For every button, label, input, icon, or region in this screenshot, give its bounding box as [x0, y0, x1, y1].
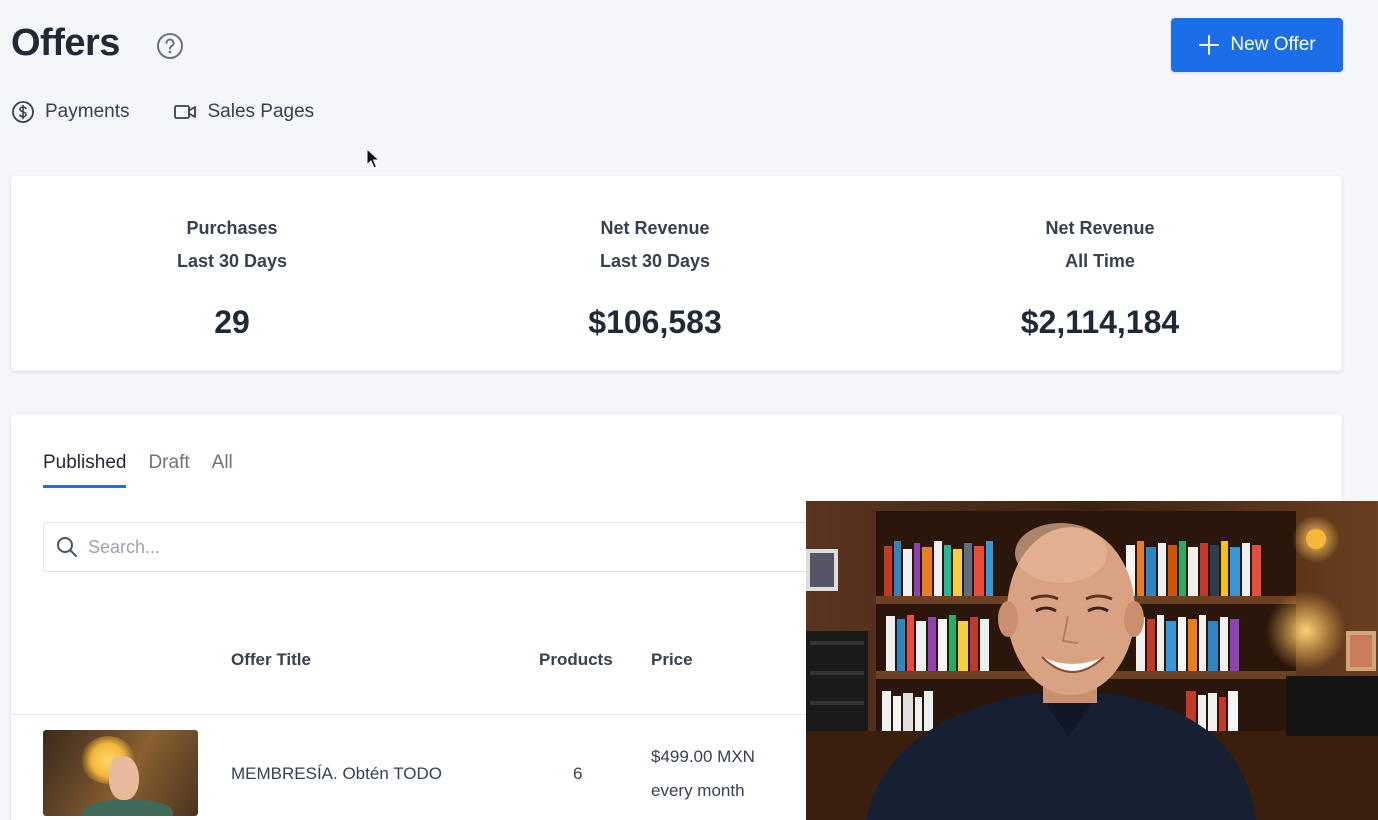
offers-page: Offers New Offer Payments Sales Pages Pu…	[0, 0, 1378, 820]
offer-thumbnail[interactable]	[43, 730, 198, 816]
tab-all[interactable]: All	[212, 452, 233, 488]
stat-label: Net Revenue	[1045, 218, 1155, 238]
offer-title-cell[interactable]: MEMBRESÍA. Obtén TODO	[231, 764, 442, 784]
tab-draft[interactable]: Draft	[148, 452, 189, 488]
webcam-feed-image	[806, 501, 1378, 820]
stat-sublabel: Last 30 Days	[599, 251, 711, 271]
stat-value: 29	[214, 304, 250, 340]
offer-status-tabs: Published Draft All	[43, 452, 233, 488]
webcam-video-overlay	[806, 501, 1378, 820]
mouse-cursor-icon	[366, 148, 380, 169]
column-header-products[interactable]: Products	[539, 650, 613, 670]
stat-sublabel: All Time	[1065, 251, 1135, 271]
new-offer-button[interactable]: New Offer	[1171, 18, 1343, 72]
column-header-offer-title[interactable]: Offer Title	[231, 650, 311, 670]
sub-navigation: Payments Sales Pages	[11, 100, 314, 124]
stat-label: Purchases	[186, 218, 278, 238]
stat-label: Net Revenue	[600, 218, 710, 238]
help-icon[interactable]	[156, 32, 184, 60]
stat-value: $106,583	[588, 304, 722, 340]
stats-summary-card: Purchases Last 30 Days 29 Net Revenue La…	[11, 176, 1342, 371]
page-header: Offers New Offer	[11, 18, 1343, 74]
payments-label: Payments	[45, 101, 130, 122]
payments-link[interactable]: Payments	[11, 100, 129, 124]
sales-pages-link[interactable]: Sales Pages	[173, 100, 314, 124]
offer-price-interval: every month	[651, 781, 745, 800]
video-camera-icon	[174, 105, 197, 119]
stat-net-revenue-30d: Net Revenue Last 30 Days $106,583	[505, 212, 805, 341]
sales-pages-label: Sales Pages	[207, 101, 315, 122]
search-icon	[57, 537, 77, 557]
page-title: Offers	[11, 22, 120, 64]
stat-value: $2,114,184	[1020, 304, 1180, 340]
stat-purchases: Purchases Last 30 Days 29	[82, 212, 382, 341]
new-offer-label: New Offer	[1230, 34, 1316, 55]
offer-products-cell: 6	[573, 764, 583, 783]
dollar-circle-icon	[12, 101, 34, 123]
tab-published[interactable]: Published	[43, 452, 127, 488]
column-header-price[interactable]: Price	[651, 650, 693, 670]
offer-price-amount: $499.00 MXN	[651, 747, 755, 766]
plus-icon	[1199, 35, 1220, 55]
stat-net-revenue-all-time: Net Revenue All Time $2,114,184	[950, 212, 1250, 341]
stat-sublabel: Last 30 Days	[176, 251, 288, 271]
search-input[interactable]	[88, 536, 688, 558]
